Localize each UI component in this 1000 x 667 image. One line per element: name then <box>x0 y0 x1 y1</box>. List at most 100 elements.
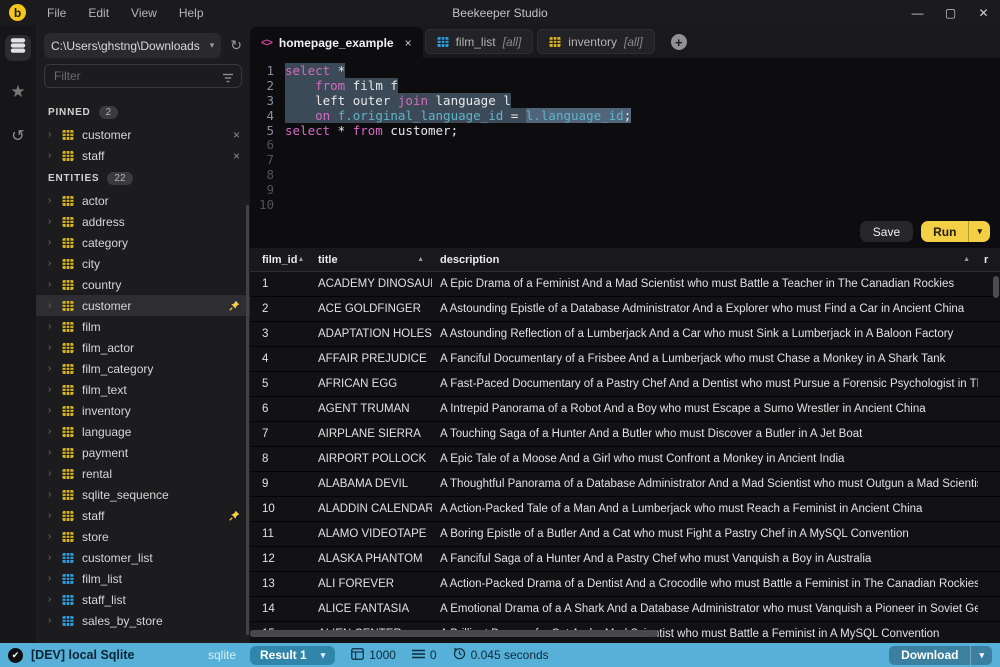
history-panel-button[interactable]: ↺ <box>5 123 31 149</box>
column-header-title[interactable]: title▲ <box>310 248 432 271</box>
cell-film-id[interactable]: 12 <box>250 553 310 565</box>
chevron-right-icon[interactable]: › <box>48 468 62 479</box>
cell-title[interactable]: ALAMO VIDEOTAPE <box>310 528 432 540</box>
result-select[interactable]: Result 1 ▾ <box>250 646 335 665</box>
table-row[interactable]: 13ALI FOREVERA Action-Packed Drama of a … <box>250 572 1000 597</box>
close-tab-icon[interactable]: × <box>405 36 412 50</box>
cell-film-id[interactable]: 13 <box>250 578 310 590</box>
chevron-right-icon[interactable]: › <box>48 258 62 269</box>
table-row[interactable]: 7AIRPLANE SIERRAA Touching Saga of a Hun… <box>250 422 1000 447</box>
chevron-right-icon[interactable]: › <box>48 594 62 605</box>
entity-item-customer[interactable]: ›customer <box>36 295 250 316</box>
chevron-right-icon[interactable]: › <box>48 150 62 161</box>
tab-film_list[interactable]: film_list[all] <box>425 29 534 54</box>
entity-item-store[interactable]: ›store <box>36 526 250 547</box>
cell-title[interactable]: ALICE FANTASIA <box>310 603 432 615</box>
menu-edit[interactable]: Edit <box>77 6 120 20</box>
favorites-panel-button[interactable]: ★ <box>5 79 31 105</box>
cell-description[interactable]: A Epic Drama of a Feminist And a Mad Sci… <box>432 278 978 290</box>
chevron-right-icon[interactable]: › <box>48 447 62 458</box>
tables-panel-button[interactable] <box>5 35 31 61</box>
entity-item-staff_list[interactable]: ›staff_list <box>36 589 250 610</box>
cell-film-id[interactable]: 5 <box>250 378 310 390</box>
cell-description[interactable]: A Action-Packed Drama of a Dentist And a… <box>432 578 978 590</box>
maximize-button[interactable]: ▢ <box>934 6 967 20</box>
entity-item-country[interactable]: ›country <box>36 274 250 295</box>
table-row[interactable]: 5AFRICAN EGGA Fast-Paced Documentary of … <box>250 372 1000 397</box>
cell-film-id[interactable]: 7 <box>250 428 310 440</box>
entity-item-film_list[interactable]: ›film_list <box>36 568 250 589</box>
cell-description[interactable]: A Emotional Drama of a A Shark And a Dat… <box>432 603 978 615</box>
chevron-right-icon[interactable]: › <box>48 552 62 563</box>
cell-title[interactable]: AIRPLANE SIERRA <box>310 428 432 440</box>
cell-description[interactable]: A Fanciful Saga of a Hunter And a Pastry… <box>432 553 978 565</box>
pinned-item-customer[interactable]: ›customer× <box>36 124 250 145</box>
entity-item-inventory[interactable]: ›inventory <box>36 400 250 421</box>
entity-item-film_actor[interactable]: ›film_actor <box>36 337 250 358</box>
entity-item-film[interactable]: ›film <box>36 316 250 337</box>
menu-help[interactable]: Help <box>168 6 215 20</box>
entity-item-category[interactable]: ›category <box>36 232 250 253</box>
table-row[interactable]: 3ADAPTATION HOLESA Astounding Reflection… <box>250 322 1000 347</box>
table-row[interactable]: 10ALADDIN CALENDARA Action-Packed Tale o… <box>250 497 1000 522</box>
table-row[interactable]: 8AIRPORT POLLOCKA Epic Tale of a Moose A… <box>250 447 1000 472</box>
cell-description[interactable]: A Action-Packed Tale of a Man And a Lumb… <box>432 503 978 515</box>
cell-film-id[interactable]: 4 <box>250 353 310 365</box>
entity-item-customer_list[interactable]: ›customer_list <box>36 547 250 568</box>
refresh-icon[interactable]: ↻ <box>230 37 242 54</box>
unpin-icon[interactable]: × <box>233 128 240 142</box>
entity-item-sales_by_store[interactable]: ›sales_by_store <box>36 610 250 631</box>
entity-item-film_category[interactable]: ›film_category <box>36 358 250 379</box>
entity-item-staff[interactable]: ›staff <box>36 505 250 526</box>
cell-description[interactable]: A Epic Tale of a Moose And a Girl who mu… <box>432 453 978 465</box>
chevron-right-icon[interactable]: › <box>48 216 62 227</box>
save-button[interactable]: Save <box>860 221 913 242</box>
cell-title[interactable]: ALASKA PHANTOM <box>310 553 432 565</box>
new-tab-button[interactable]: + <box>671 34 687 50</box>
chevron-right-icon[interactable]: › <box>48 531 62 542</box>
chevron-right-icon[interactable]: › <box>48 573 62 584</box>
sort-arrow-icon[interactable]: ▲ <box>963 256 970 263</box>
cell-title[interactable]: AFFAIR PREJUDICE <box>310 353 432 365</box>
table-row[interactable]: 11ALAMO VIDEOTAPEA Boring Epistle of a B… <box>250 522 1000 547</box>
table-row[interactable]: 2ACE GOLDFINGERA Astounding Epistle of a… <box>250 297 1000 322</box>
cell-title[interactable]: ACE GOLDFINGER <box>310 303 432 315</box>
cell-description[interactable]: A Intrepid Panorama of a Robot And a Boy… <box>432 403 978 415</box>
chevron-right-icon[interactable]: › <box>48 237 62 248</box>
cell-title[interactable]: ALABAMA DEVIL <box>310 478 432 490</box>
pin-icon[interactable] <box>229 300 240 311</box>
tab-inventory[interactable]: inventory[all] <box>537 29 654 54</box>
chevron-right-icon[interactable]: › <box>48 321 62 332</box>
menu-file[interactable]: File <box>36 6 77 20</box>
entity-item-film_text[interactable]: ›film_text <box>36 379 250 400</box>
cell-description[interactable]: A Touching Saga of a Hunter And a Butler… <box>432 428 978 440</box>
entity-item-city[interactable]: ›city <box>36 253 250 274</box>
cell-description[interactable]: A Fanciful Documentary of a Frisbee And … <box>432 353 978 365</box>
connection-select[interactable]: C:\Users\ghstng\Downloads ▾ <box>44 33 221 58</box>
cell-film-id[interactable]: 10 <box>250 503 310 515</box>
column-header-r[interactable]: r <box>978 248 1000 271</box>
cell-title[interactable]: AIRPORT POLLOCK <box>310 453 432 465</box>
table-row[interactable]: 4AFFAIR PREJUDICEA Fanciful Documentary … <box>250 347 1000 372</box>
cell-description[interactable]: A Fast-Paced Documentary of a Pastry Che… <box>432 378 978 390</box>
cell-film-id[interactable]: 1 <box>250 278 310 290</box>
cell-title[interactable]: ALI FOREVER <box>310 578 432 590</box>
run-button[interactable]: Run ▾ <box>921 221 990 242</box>
chevron-right-icon[interactable]: › <box>48 300 62 311</box>
cell-title[interactable]: ADAPTATION HOLES <box>310 328 432 340</box>
vertical-scrollbar[interactable] <box>993 276 999 298</box>
column-header-description[interactable]: description▲ <box>432 248 978 271</box>
cell-title[interactable]: ALADDIN CALENDAR <box>310 503 432 515</box>
table-row[interactable]: 12ALASKA PHANTOMA Fanciful Saga of a Hun… <box>250 547 1000 572</box>
cell-title[interactable]: AGENT TRUMAN <box>310 403 432 415</box>
entities-section-header[interactable]: ENTITIES 22 <box>36 166 250 190</box>
close-button[interactable]: ✕ <box>967 6 1000 20</box>
cell-film-id[interactable]: 9 <box>250 478 310 490</box>
cell-title[interactable]: AFRICAN EGG <box>310 378 432 390</box>
cell-description[interactable]: A Thoughtful Panorama of a Database Admi… <box>432 478 978 490</box>
sort-arrow-icon[interactable]: ▲ <box>297 256 304 263</box>
chevron-right-icon[interactable]: › <box>48 426 62 437</box>
entity-item-rental[interactable]: ›rental <box>36 463 250 484</box>
pin-icon[interactable] <box>229 510 240 521</box>
entity-item-payment[interactable]: ›payment <box>36 442 250 463</box>
